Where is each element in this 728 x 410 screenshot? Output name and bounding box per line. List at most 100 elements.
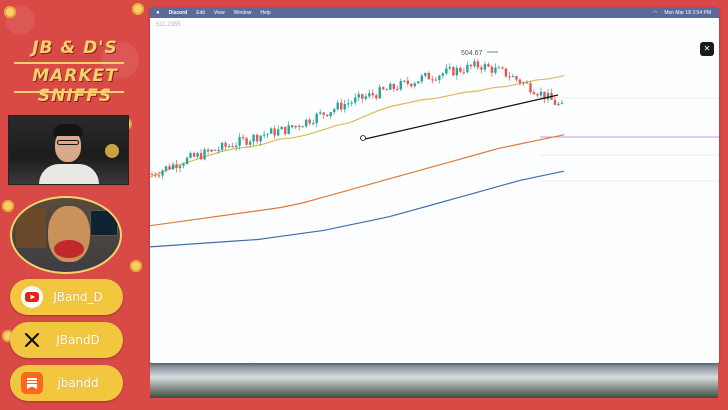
candle-body [157, 175, 161, 177]
candle-body [508, 76, 511, 78]
candle-body [164, 166, 168, 171]
ma-short-line [150, 75, 565, 178]
candle-body [301, 126, 304, 128]
candle-body [297, 125, 301, 127]
candle-body [392, 83, 395, 89]
candle-body [494, 67, 497, 73]
menu-item-help[interactable]: Help [260, 10, 270, 16]
candle-body [438, 75, 441, 80]
candle-body [326, 114, 329, 117]
candle-body [445, 68, 448, 74]
candle-body [455, 67, 459, 76]
candle-body [304, 119, 308, 127]
close-button[interactable]: ✕ [700, 42, 714, 56]
candle-body [469, 64, 473, 67]
flower-ornament [4, 6, 16, 18]
candle-body [361, 94, 364, 99]
candle-body [413, 83, 417, 87]
candle-body [315, 113, 318, 124]
candle-body [431, 79, 434, 81]
candle-body [497, 67, 501, 69]
brand-title-line1: JB & D'S [32, 38, 118, 58]
candle-body [441, 73, 445, 76]
trendline-anchor [360, 135, 366, 141]
candle-body [192, 153, 196, 157]
candle-body [403, 80, 406, 82]
x-icon [21, 329, 43, 351]
candle-body [210, 149, 213, 152]
flower-ornament [2, 200, 14, 212]
candle-body [406, 80, 410, 84]
candle-body [483, 64, 487, 70]
substack-handle: jbandd [57, 376, 99, 390]
candle-body [224, 143, 227, 147]
candle-body [245, 138, 248, 145]
candle-body [354, 97, 357, 103]
candle-body [182, 163, 185, 166]
candle-body [234, 145, 238, 148]
candle-body [178, 165, 182, 169]
mac-menubar: ● Discord Edit View Window Help ◠ Mon Ma… [150, 7, 719, 18]
candle-body [368, 93, 371, 97]
menu-app-name[interactable]: Discord [169, 10, 188, 16]
ma-long-line [150, 170, 565, 248]
candle-body [536, 94, 539, 96]
candle-body [280, 126, 283, 130]
chart-header-value: 511.2355 [156, 22, 181, 28]
candle-body [399, 81, 403, 90]
flower-ornament [132, 3, 144, 15]
candle-body [385, 89, 388, 91]
price-chart[interactable]: 504.67 511.2355 ✕ [150, 18, 719, 363]
candle-body [269, 128, 273, 134]
trendline [364, 94, 559, 140]
webcam-feed [8, 115, 129, 185]
candle-body [213, 149, 217, 151]
candle-body [238, 137, 241, 146]
candle-body [150, 174, 154, 176]
candle-body [501, 67, 504, 69]
candle-body [452, 67, 455, 76]
candle-body [557, 103, 560, 105]
candle-body [375, 95, 378, 99]
candle-body [168, 166, 171, 170]
candle-body [311, 123, 315, 125]
candle-body [199, 153, 203, 160]
candle-body [347, 103, 350, 105]
candle-body [217, 149, 220, 151]
candle-body [382, 87, 385, 90]
brand-title-line2: MARKET SNIFFS [32, 66, 118, 106]
candle-body [329, 112, 332, 117]
candle-body [515, 76, 518, 80]
brand-underline [14, 62, 124, 64]
candle-body [490, 66, 494, 73]
candle-body [511, 76, 515, 78]
candle-body [206, 149, 210, 152]
menu-item-edit[interactable]: Edit [196, 10, 205, 16]
candle-body [350, 102, 353, 104]
shared-screen-window: ● Discord Edit View Window Help ◠ Mon Ma… [150, 7, 719, 363]
desktop-wallpaper [150, 363, 718, 398]
brand-underline [14, 91, 124, 93]
candle-body [417, 81, 420, 84]
apple-icon[interactable]: ● [156, 10, 160, 16]
candle-body [259, 135, 262, 142]
menu-item-window[interactable]: Window [234, 10, 252, 16]
candle-body [529, 83, 532, 93]
candle-body [290, 125, 294, 128]
candle-body [371, 93, 374, 96]
wifi-icon[interactable]: ◠ [653, 10, 657, 16]
substack-link[interactable]: jbandd [10, 365, 123, 401]
candle-body [185, 157, 189, 164]
candle-body [389, 83, 392, 90]
x-link[interactable]: JBandD [10, 322, 123, 358]
youtube-link[interactable]: JBand_D [10, 279, 123, 315]
candlestick-chart: 504.67 511.2355 [150, 22, 719, 248]
menu-item-view[interactable]: View [214, 10, 225, 16]
candle-body [227, 146, 231, 148]
candle-body [273, 128, 276, 136]
candle-body [504, 68, 508, 77]
substack-icon [21, 372, 43, 394]
candle-body [248, 141, 252, 145]
candle-body [459, 67, 462, 72]
candle-body [518, 79, 522, 84]
